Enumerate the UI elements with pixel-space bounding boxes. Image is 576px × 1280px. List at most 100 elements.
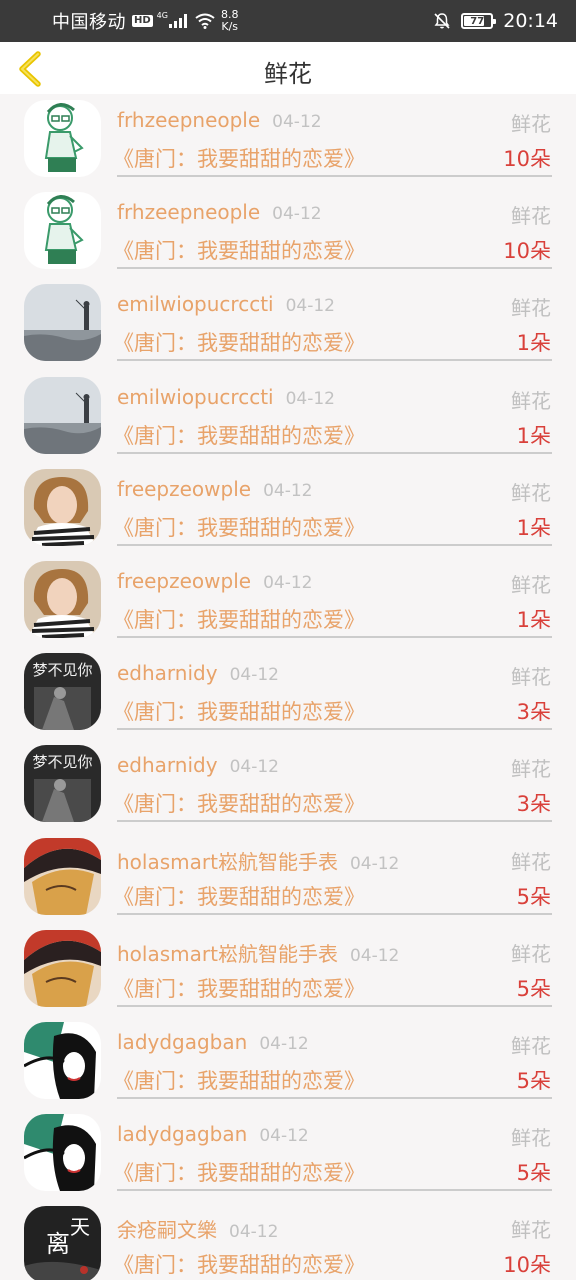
gift-date: 04-12	[272, 204, 322, 225]
list-item[interactable]: 梦不见你 edharnidy 04-12 鲜花 《唐门：我要甜甜的恋爱》 3朵	[0, 739, 576, 831]
gift-type: 鲜花	[511, 1033, 551, 1058]
bell-muted-icon	[434, 13, 450, 29]
gift-type: 鲜花	[511, 665, 551, 690]
user-name: ladydgagban 04-12	[117, 1030, 309, 1054]
gift-date: 04-12	[229, 757, 279, 778]
hd-badge: HD	[132, 15, 153, 27]
user-avatar[interactable]	[24, 100, 101, 177]
flower-count: 5朵	[516, 976, 551, 1001]
user-avatar[interactable]	[24, 837, 101, 915]
book-title[interactable]: 《唐门：我要甜甜的恋爱》	[113, 143, 365, 173]
user-name-text: ladydgagban	[117, 1029, 248, 1054]
user-avatar[interactable]	[24, 468, 101, 546]
flower-count: 3朵	[516, 700, 551, 725]
page-title: 鲜花	[264, 59, 312, 88]
flower-count: 5朵	[516, 1068, 551, 1093]
user-name-text: emilwiopucrccti	[117, 292, 274, 317]
flower-count: 5朵	[516, 884, 551, 909]
user-name: holasmart崧航智能手表 04-12	[117, 938, 399, 967]
user-avatar[interactable]	[24, 1114, 101, 1192]
book-title[interactable]: 《唐门：我要甜甜的恋爱》	[113, 1065, 365, 1095]
gift-date: 04-12	[259, 1033, 309, 1054]
flower-record-list[interactable]: frhzeepneople 04-12 鲜花 《唐门：我要甜甜的恋爱》 10朵 frhze…	[0, 94, 576, 1280]
gift-date: 04-12	[285, 388, 335, 409]
flower-count: 1朵	[516, 515, 551, 540]
user-name-text: frhzeepneople	[117, 108, 261, 132]
book-title[interactable]: 《唐门：我要甜甜的恋爱》	[113, 327, 365, 357]
carrier-name: 中国移动	[52, 12, 126, 33]
chevron-left-icon[interactable]	[14, 50, 46, 88]
list-item[interactable]: ladydgagban 04-12 鲜花《唐门：我要甜甜的恋爱》 5朵	[0, 1016, 576, 1108]
user-name: 余疮嗣文樂 04-12	[117, 1214, 278, 1243]
user-name: freepzeowple 04-12	[117, 569, 313, 593]
flower-count: 1朵	[516, 423, 551, 448]
user-avatar[interactable]	[24, 560, 101, 638]
book-title[interactable]: 《唐门：我要甜甜的恋爱》	[113, 788, 365, 818]
gift-type: 鲜花	[511, 1218, 551, 1243]
user-avatar[interactable]	[24, 1021, 101, 1099]
user-name-text: edharnidy	[117, 661, 218, 686]
book-title[interactable]: 《唐门：我要甜甜的恋爱》	[113, 881, 365, 911]
user-name: edharnidy 04-12	[117, 753, 279, 777]
book-title[interactable]: 《唐门：我要甜甜的恋爱》	[113, 512, 365, 542]
clock: 20:14	[503, 10, 558, 32]
user-avatar[interactable]: 梦不见你	[24, 745, 101, 823]
svg-text:梦不见你: 梦不见你	[32, 661, 92, 679]
gift-date: 04-12	[263, 572, 313, 593]
list-item[interactable]: freepzeowple 04-12 鲜花 《唐门：我要甜甜的恋爱》 1朵	[0, 463, 576, 555]
list-item[interactable]: ladydgagban 04-12 鲜花 《唐门：我要甜甜的恋爱》 5朵	[0, 1108, 576, 1200]
book-title[interactable]: 《唐门：我要甜甜的恋爱》	[113, 235, 365, 265]
user-name-text: emilwiopucrccti	[117, 384, 274, 409]
list-item[interactable]: emilwiopucrccti 04-12 鲜花 《唐门：我要甜甜的恋爱》 1朵	[0, 371, 576, 463]
gift-date: 04-12	[349, 945, 400, 966]
gift-date: 04-12	[229, 665, 279, 686]
divider	[117, 912, 552, 915]
list-item[interactable]: holasmart崧航智能手表 04-12 鲜花《唐门：我要甜甜的恋爱》 5朵	[0, 832, 576, 924]
gift-type: 鲜花	[511, 849, 551, 874]
gift-date: 04-12	[349, 853, 400, 874]
network-speed: 8.8 K/s	[221, 9, 239, 33]
book-title[interactable]: 《唐门：我要甜甜的恋爱》	[113, 1157, 365, 1187]
gift-type: 鲜花	[511, 204, 551, 229]
book-title[interactable]: 《唐门：我要甜甜的恋爱》	[113, 973, 365, 1003]
nav-header: 鲜花	[0, 42, 576, 94]
battery-icon: 77	[461, 13, 497, 29]
user-avatar[interactable]	[24, 284, 101, 362]
divider	[117, 267, 552, 270]
user-avatar[interactable]	[24, 929, 101, 1007]
gift-type: 鲜花	[511, 572, 551, 597]
list-item[interactable]: frhzeepneople 04-12 鲜花 《唐门：我要甜甜的恋爱》 10朵	[0, 186, 576, 278]
battery-level: 77	[470, 15, 485, 27]
book-title[interactable]: 《唐门：我要甜甜的恋爱》	[113, 420, 365, 450]
gift-date: 04-12	[263, 480, 313, 501]
list-item[interactable]: 梦不见你 edharnidy 04-12 鲜花《唐门：我要甜甜的恋爱》 3朵	[0, 647, 576, 739]
user-avatar[interactable]	[24, 192, 101, 270]
book-title[interactable]: 《唐门：我要甜甜的恋爱》	[113, 604, 365, 634]
list-item[interactable]: freepzeowple 04-12 鲜花 《唐门：我要甜甜的恋爱》 1朵	[0, 555, 576, 647]
flower-count: 3朵	[516, 792, 551, 817]
book-title[interactable]: 《唐门：我要甜甜的恋爱》	[113, 696, 365, 726]
signal-icon	[168, 14, 187, 28]
divider	[117, 1189, 552, 1192]
list-item[interactable]: 离天余疮嗣文樂 04-12 鲜花 《唐门：我要甜甜的恋爱》 10朵	[0, 1200, 576, 1280]
flower-count: 1朵	[516, 331, 551, 356]
flower-count: 10朵	[503, 239, 551, 264]
user-name-text: freepzeowple	[117, 568, 252, 593]
divider	[117, 635, 552, 638]
gift-date: 04-12	[285, 296, 335, 317]
user-avatar[interactable]: 离天	[24, 1206, 101, 1280]
list-item[interactable]: frhzeepneople 04-12 鲜花 《唐门：我要甜甜的恋爱》 10朵	[0, 94, 576, 186]
list-item[interactable]: holasmart崧航智能手表 04-12 鲜花 《唐门：我要甜甜的恋爱》 5朵	[0, 924, 576, 1016]
gift-date: 04-12	[259, 1126, 309, 1147]
gift-type: 鲜花	[511, 1126, 551, 1151]
divider	[117, 451, 552, 454]
user-avatar[interactable]	[24, 376, 101, 454]
gift-type: 鲜花	[511, 296, 551, 321]
book-title[interactable]: 《唐门：我要甜甜的恋爱》	[113, 1249, 365, 1279]
user-name-text: holasmart崧航智能手表	[117, 849, 338, 874]
flower-count: 10朵	[503, 147, 551, 171]
user-name: emilwiopucrccti 04-12	[117, 292, 335, 316]
list-item[interactable]: emilwiopucrccti 04-12 鲜花《唐门：我要甜甜的恋爱》 1朵	[0, 278, 576, 370]
user-avatar[interactable]: 梦不见你	[24, 653, 101, 731]
divider	[117, 820, 552, 823]
